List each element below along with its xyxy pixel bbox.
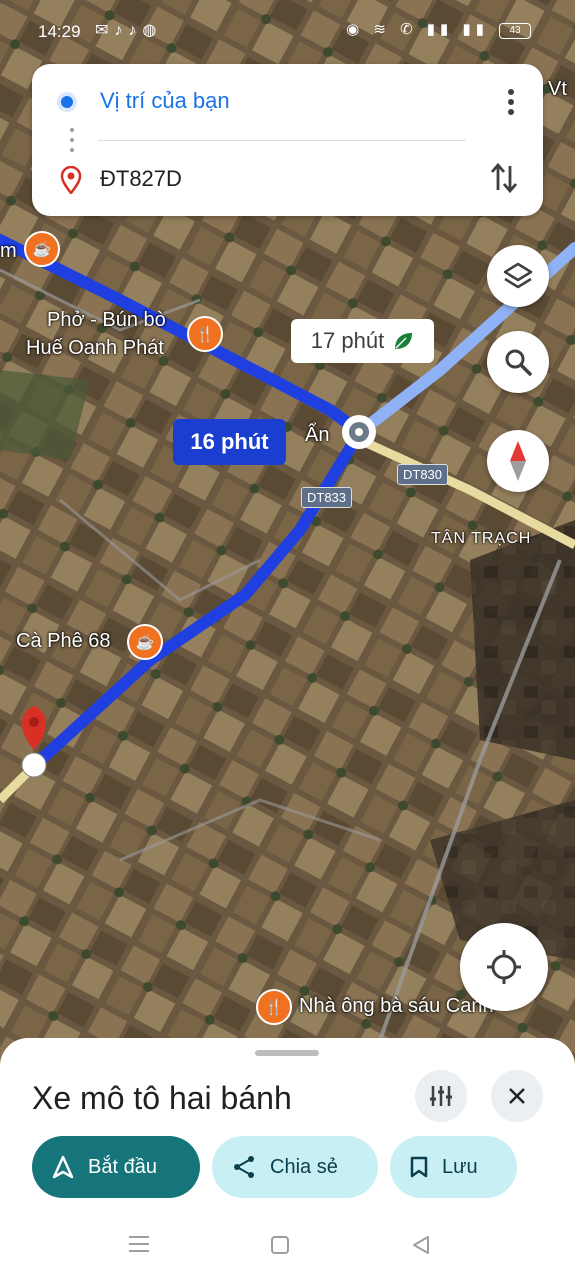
- restaurant-poi-icon[interactable]: 🍴: [187, 316, 223, 352]
- origin-row[interactable]: Vị trí của bạn: [32, 78, 543, 128]
- system-nav-bar: [0, 1210, 575, 1280]
- share-icon: [234, 1156, 254, 1178]
- travel-mode-title: Xe mô tô hai bánh: [32, 1080, 292, 1116]
- eta-primary-callout[interactable]: 16 phút: [173, 419, 286, 465]
- cafe-poi-icon[interactable]: ☕: [127, 624, 163, 660]
- share-label: Chia sẻ: [270, 1155, 338, 1178]
- poi-pho-line1[interactable]: Phở - Bún bò: [47, 309, 166, 332]
- eco-leaf-icon: [395, 333, 413, 349]
- status-time: 14:29: [38, 22, 81, 41]
- destination-field[interactable]: ĐT827D: [100, 166, 182, 192]
- start-button[interactable]: Bắt đầu: [32, 1136, 200, 1198]
- route-dots-icon: [70, 128, 74, 154]
- directions-card: Vị trí của bạn ĐT827D: [32, 64, 543, 216]
- eta-alt-text: 17 phút: [310, 328, 385, 353]
- layers-icon: [503, 262, 533, 289]
- close-button[interactable]: [491, 1070, 543, 1122]
- road-shield-dt830: DT830: [397, 464, 449, 485]
- my-location-icon: [487, 950, 521, 984]
- restaurant-poi-icon[interactable]: 🍴: [256, 989, 292, 1025]
- save-label: Lưu: [442, 1155, 478, 1178]
- status-bar: 14:29 ✉♪♪◍ ◉ ≋ ✆ ▮▮ ▮▮ 43: [0, 0, 575, 64]
- map-edge-label: Vt: [548, 78, 567, 100]
- eta-alt-callout[interactable]: 17 phút: [291, 319, 434, 363]
- drag-handle[interactable]: [255, 1050, 319, 1056]
- destination-row[interactable]: ĐT827D: [32, 154, 543, 204]
- origin-field[interactable]: Vị trí của bạn: [100, 88, 230, 114]
- tune-icon: [430, 1086, 452, 1106]
- notification-icons: ✉♪♪◍: [95, 22, 163, 39]
- eta-primary-text: 16 phút: [190, 429, 269, 454]
- search-button[interactable]: [487, 331, 549, 393]
- compass-button[interactable]: [487, 430, 549, 492]
- more-options-icon[interactable]: [507, 88, 515, 116]
- share-button[interactable]: Chia sẻ: [212, 1136, 378, 1198]
- recents-icon[interactable]: [127, 1234, 151, 1254]
- poi-nha-ong-ba[interactable]: Nhà ông bà sáu Canh: [299, 995, 494, 1018]
- search-icon: [505, 349, 532, 376]
- layers-button[interactable]: [487, 245, 549, 307]
- map-label-an: Ẩn: [305, 424, 330, 446]
- start-label: Bắt đầu: [88, 1155, 157, 1178]
- map-left-label: m: [0, 240, 17, 262]
- my-location-button[interactable]: [460, 923, 548, 1011]
- route-options-button[interactable]: [415, 1070, 467, 1122]
- close-icon: [509, 1088, 525, 1104]
- battery-icon: 43: [499, 23, 531, 39]
- save-button[interactable]: Lưu: [390, 1136, 517, 1198]
- navigation-arrow-icon: [52, 1155, 74, 1179]
- road-shield-dt833: DT833: [301, 487, 353, 508]
- signal-icons: ◉ ≋ ✆ ▮▮ ▮▮: [346, 21, 489, 38]
- compass-icon: [510, 441, 526, 481]
- map-label-tan-trach: TÂN TRẠCH: [431, 530, 532, 547]
- location-pin-icon: [60, 166, 82, 194]
- poi-pho-line2[interactable]: Huế Oanh Phát: [26, 337, 164, 360]
- home-icon[interactable]: [269, 1234, 291, 1256]
- origin-dot-icon: [61, 96, 73, 108]
- cafe-poi-icon[interactable]: ☕: [24, 231, 60, 267]
- back-icon[interactable]: [410, 1234, 432, 1256]
- swap-icon[interactable]: [489, 160, 519, 196]
- divider: [98, 140, 466, 141]
- bookmark-icon: [410, 1156, 428, 1178]
- poi-cafe-68[interactable]: Cà Phê 68: [16, 630, 111, 653]
